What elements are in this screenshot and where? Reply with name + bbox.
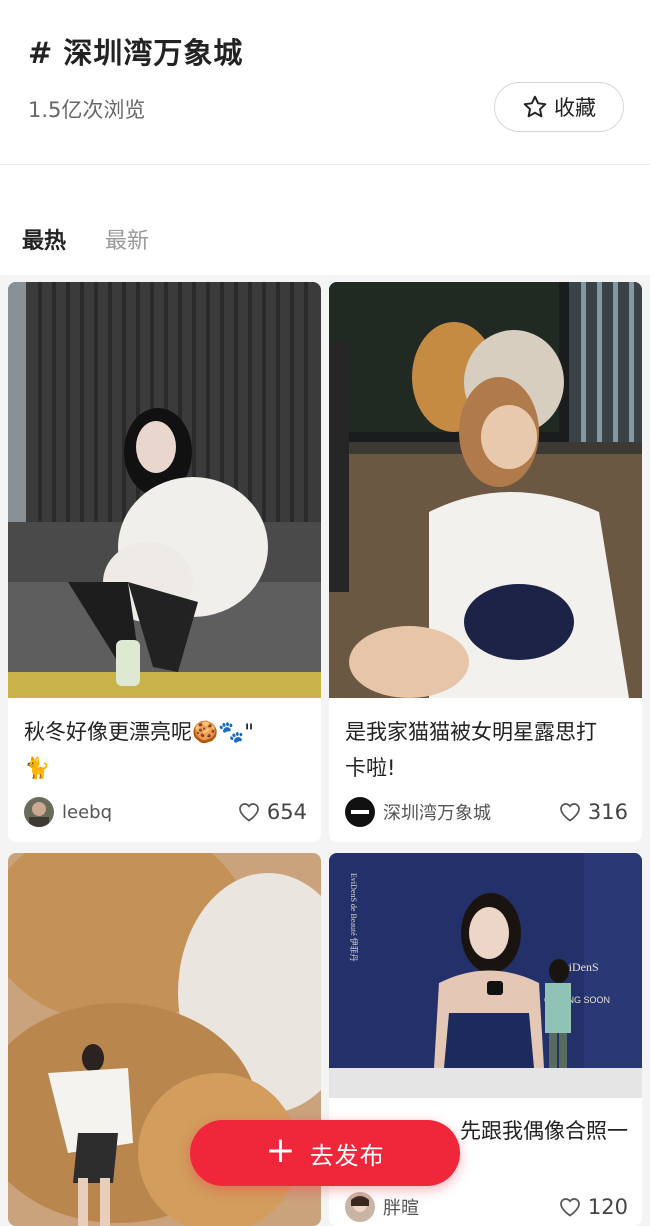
- heart-icon: [239, 803, 259, 822]
- post-meta: 胖暄 120: [345, 1191, 628, 1223]
- author-avatar[interactable]: [24, 797, 54, 827]
- hashtag-icon: #: [28, 36, 54, 70]
- post-image: [329, 282, 642, 698]
- view-count: 1.5亿次浏览: [28, 98, 146, 122]
- heart-icon: [560, 803, 580, 822]
- like-button[interactable]: 316: [558, 800, 628, 824]
- sort-tabs: 最热 最新: [0, 165, 650, 275]
- tab-newest[interactable]: 最新: [105, 223, 149, 255]
- post-caption: 是我家猫猫被女明星露思打 卡啦!: [345, 720, 597, 780]
- plus-icon: +: [265, 1130, 296, 1171]
- author-name[interactable]: 胖暄: [383, 1194, 558, 1220]
- like-count: 120: [587, 1195, 628, 1219]
- like-count: 316: [587, 800, 628, 824]
- post-feed: 秋冬好像更漂亮呢🍪🐾" 🐈 leebq 654 是我家猫猫被女明星露思打 卡啦!…: [0, 275, 650, 1226]
- post-meta: leebq 654: [24, 796, 307, 828]
- author-avatar[interactable]: [345, 797, 375, 827]
- heart-icon: [560, 1198, 580, 1217]
- post-image: EviDenS COMING SOON EviDenS de Beauté 伊菲…: [329, 853, 642, 1098]
- post-card[interactable]: 秋冬好像更漂亮呢🍪🐾" 🐈 leebq 654: [8, 282, 321, 842]
- favorite-button[interactable]: 收藏: [494, 82, 624, 132]
- post-caption: 秋冬好像更漂亮呢🍪🐾" 🐈: [24, 720, 254, 780]
- like-button[interactable]: 654: [237, 800, 307, 824]
- publish-label: 去发布: [309, 1141, 385, 1170]
- post-card[interactable]: 是我家猫猫被女明星露思打 卡啦! 深圳湾万象城 316: [329, 282, 642, 842]
- topic-title-text: 深圳湾万象城: [63, 36, 244, 70]
- topic-header: # 深圳湾万象城 1.5亿次浏览 收藏: [0, 0, 650, 165]
- topic-title: # 深圳湾万象城: [28, 30, 243, 72]
- author-avatar[interactable]: [345, 1192, 375, 1222]
- post-image: [8, 282, 321, 698]
- like-count: 654: [266, 800, 307, 824]
- author-name[interactable]: 深圳湾万象城: [383, 799, 558, 825]
- like-button[interactable]: 120: [558, 1195, 628, 1219]
- publish-button[interactable]: + 去发布: [190, 1120, 460, 1186]
- poster-side-text: EviDenS de Beauté 伊菲丹: [349, 873, 359, 962]
- author-name[interactable]: leebq: [62, 802, 237, 823]
- favorite-label: 收藏: [554, 96, 596, 120]
- star-icon: [523, 95, 547, 118]
- post-meta: 深圳湾万象城 316: [345, 796, 628, 828]
- tab-hottest[interactable]: 最热: [22, 223, 66, 255]
